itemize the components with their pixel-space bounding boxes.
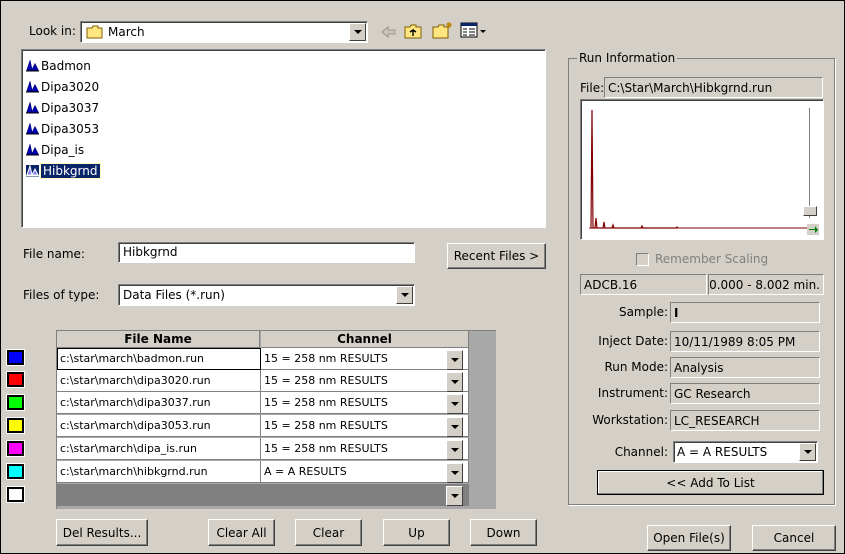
list-item[interactable]: Dipa3037 — [26, 99, 99, 117]
list-item-label: Badmon — [41, 59, 91, 73]
workstation-label: Workstation: — [592, 413, 668, 427]
row-channel[interactable]: 15 = 258 nm RESULTS — [261, 392, 469, 414]
folder-icon — [86, 25, 104, 42]
file-name-input[interactable]: Hibkgrnd — [118, 242, 415, 263]
inject-date-value: 10/11/1989 8:05 PM — [670, 331, 820, 352]
slider-thumb[interactable] — [803, 206, 817, 216]
color-swatch-green[interactable] — [6, 394, 25, 411]
look-in-folder-name: March — [108, 25, 145, 39]
del-results-button[interactable]: Del Results... — [56, 519, 148, 546]
file-name-label: File name: — [23, 247, 85, 261]
look-in-dropdown[interactable]: March — [80, 21, 368, 43]
row-channel-dropdown-button[interactable] — [446, 486, 463, 506]
run-file-label: File: — [580, 81, 605, 95]
chromatogram-file-icon — [26, 143, 39, 156]
color-swatch-red[interactable] — [6, 371, 25, 388]
list-item[interactable]: Dipa3020 — [26, 78, 99, 96]
up-button[interactable]: Up — [383, 519, 450, 546]
row-channel[interactable]: A = A RESULTS — [261, 461, 469, 483]
files-of-type-dropdown[interactable]: Data Files (*.run) — [118, 284, 415, 306]
list-item[interactable]: Dipa_is — [26, 141, 84, 159]
files-of-type-value: Data Files (*.run) — [123, 288, 225, 302]
row-file-name[interactable]: c:\star\march\hibkgrnd.run — [57, 461, 261, 483]
chromatogram-file-icon — [26, 164, 39, 177]
file-list[interactable]: Badmon Dipa3020 Dipa3037 Dipa3053 Dipa_i… — [21, 49, 546, 228]
sample-label: Sample: — [618, 305, 668, 319]
color-swatch-yellow[interactable] — [6, 417, 25, 434]
row-file-name[interactable]: c:\star\march\badmon.run — [57, 348, 261, 370]
run-file-path: C:\Star\March\Hibkgrnd.run — [604, 77, 823, 98]
look-in-dropdown-button[interactable] — [349, 23, 366, 41]
scaling-slider[interactable] — [803, 106, 817, 230]
list-item-label: Dipa3053 — [41, 122, 100, 136]
chromatogram-file-icon — [26, 80, 39, 93]
row-channel-dropdown-button[interactable] — [446, 440, 463, 460]
row-channel-dropdown-button[interactable] — [446, 350, 463, 370]
column-header-channel[interactable]: Channel — [261, 331, 469, 348]
chromatogram-file-icon — [26, 122, 39, 135]
row-channel[interactable]: 15 = 258 nm RESULTS — [261, 415, 469, 437]
view-menu-icon[interactable] — [460, 22, 488, 42]
row-channel[interactable]: 15 = 258 nm RESULTS — [261, 370, 469, 392]
expand-arrow-icon[interactable] — [807, 224, 819, 235]
row-channel-dropdown-button[interactable] — [446, 372, 463, 392]
list-item-label: Dipa3020 — [41, 80, 100, 94]
list-item[interactable]: Badmon — [26, 57, 91, 75]
chromatogram-file-icon — [26, 59, 39, 72]
row-channel-dropdown-button[interactable] — [446, 417, 463, 437]
files-of-type-dropdown-button[interactable] — [396, 286, 413, 304]
chromatogram-preview[interactable] — [580, 99, 824, 240]
color-swatch-white[interactable] — [6, 486, 25, 503]
column-header-file-name[interactable]: File Name — [57, 331, 260, 348]
new-folder-icon[interactable] — [432, 21, 454, 43]
run-information-title: Run Information — [577, 51, 678, 65]
row-channel[interactable]: 15 = 258 nm RESULTS — [261, 438, 469, 460]
time-range: 0.000 - 8.002 min. — [708, 274, 824, 295]
row-file-name[interactable]: c:\star\march\dipa3053.run — [57, 415, 261, 437]
row-file-name[interactable]: c:\star\march\dipa3037.run — [57, 392, 261, 414]
clear-button[interactable]: Clear — [295, 519, 362, 546]
row-channel-dropdown-button[interactable] — [446, 394, 463, 414]
sample-value: I — [670, 302, 820, 323]
list-item-label: Hibkgrnd — [40, 163, 101, 179]
add-to-list-button[interactable]: << Add To List — [597, 470, 824, 495]
method-name: ADCB.16 — [580, 274, 707, 295]
row-file-name[interactable]: c:\star\march\dipa3020.run — [57, 370, 261, 392]
color-swatch-cyan[interactable] — [6, 463, 25, 480]
remember-scaling-checkbox[interactable] — [636, 253, 649, 266]
open-files-button[interactable]: Open File(s) — [647, 525, 731, 551]
list-item-label: Dipa_is — [41, 143, 85, 157]
channel-dropdown[interactable]: A = A RESULTS — [673, 441, 818, 463]
inject-date-label: Inject Date: — [598, 334, 668, 348]
down-button[interactable]: Down — [470, 519, 537, 546]
list-item[interactable]: Dipa3053 — [26, 120, 99, 138]
channel-dropdown-button[interactable] — [799, 443, 816, 461]
files-of-type-label: Files of type: — [23, 288, 100, 302]
row-channel-dropdown-button[interactable] — [446, 463, 463, 483]
recent-files-button[interactable]: Recent Files > — [447, 243, 546, 269]
run-mode-value: Analysis — [670, 357, 820, 378]
instrument-value: GC Research — [670, 383, 820, 404]
run-mode-label: Run Mode: — [604, 360, 668, 374]
list-item-selected[interactable]: Hibkgrnd — [26, 162, 101, 180]
row-file-name[interactable]: c:\star\march\dipa_is.run — [57, 438, 261, 460]
up-folder-icon[interactable] — [404, 23, 424, 43]
new-row[interactable] — [57, 484, 469, 506]
instrument-label: Instrument: — [597, 386, 668, 400]
channel-dropdown-value: A = A RESULTS — [677, 445, 768, 459]
back-arrow-icon[interactable] — [380, 24, 398, 43]
chromatogram-file-icon — [26, 101, 39, 114]
workstation-value: LC_RESEARCH — [670, 410, 820, 431]
channel-label: Channel: — [614, 445, 668, 459]
chromatogram-plot — [589, 109, 811, 229]
cancel-button[interactable]: Cancel — [752, 525, 836, 551]
list-item-label: Dipa3037 — [41, 101, 100, 115]
color-swatch-blue[interactable] — [6, 349, 25, 366]
clear-all-button[interactable]: Clear All — [208, 519, 275, 546]
row-channel[interactable]: 15 = 258 nm RESULTS — [261, 348, 469, 370]
remember-scaling-label: Remember Scaling — [655, 252, 769, 266]
color-swatch-magenta[interactable] — [6, 440, 25, 457]
look-in-label: Look in: — [29, 24, 76, 38]
